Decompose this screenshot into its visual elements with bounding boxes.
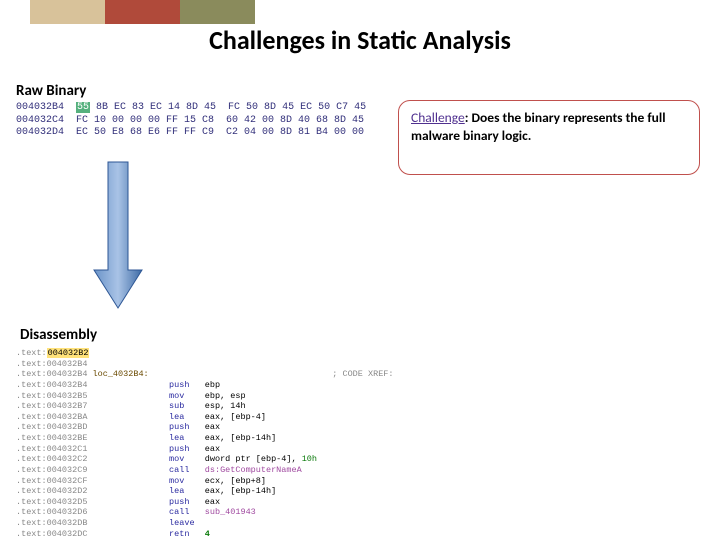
- accent-red: [105, 0, 180, 24]
- accent-bar: [30, 0, 255, 24]
- challenge-callout: Challenge: Does the binary represents th…: [398, 100, 700, 175]
- raw-binary-label: Raw Binary: [16, 82, 86, 100]
- page-title: Challenges in Static Analysis: [209, 24, 511, 56]
- disassembly-listing: .text:004032B2 .text:004032B4 .text:0040…: [16, 348, 394, 539]
- hex-dump: 004032B4 55 8B EC 83 EC 14 8D 45 FC 50 8…: [16, 102, 366, 140]
- accent-tan: [30, 0, 105, 24]
- accent-olive: [180, 0, 255, 24]
- challenge-word: Challenge: [411, 109, 465, 126]
- arrow-down-icon: [92, 160, 144, 310]
- disassembly-label: Disassembly: [20, 326, 97, 344]
